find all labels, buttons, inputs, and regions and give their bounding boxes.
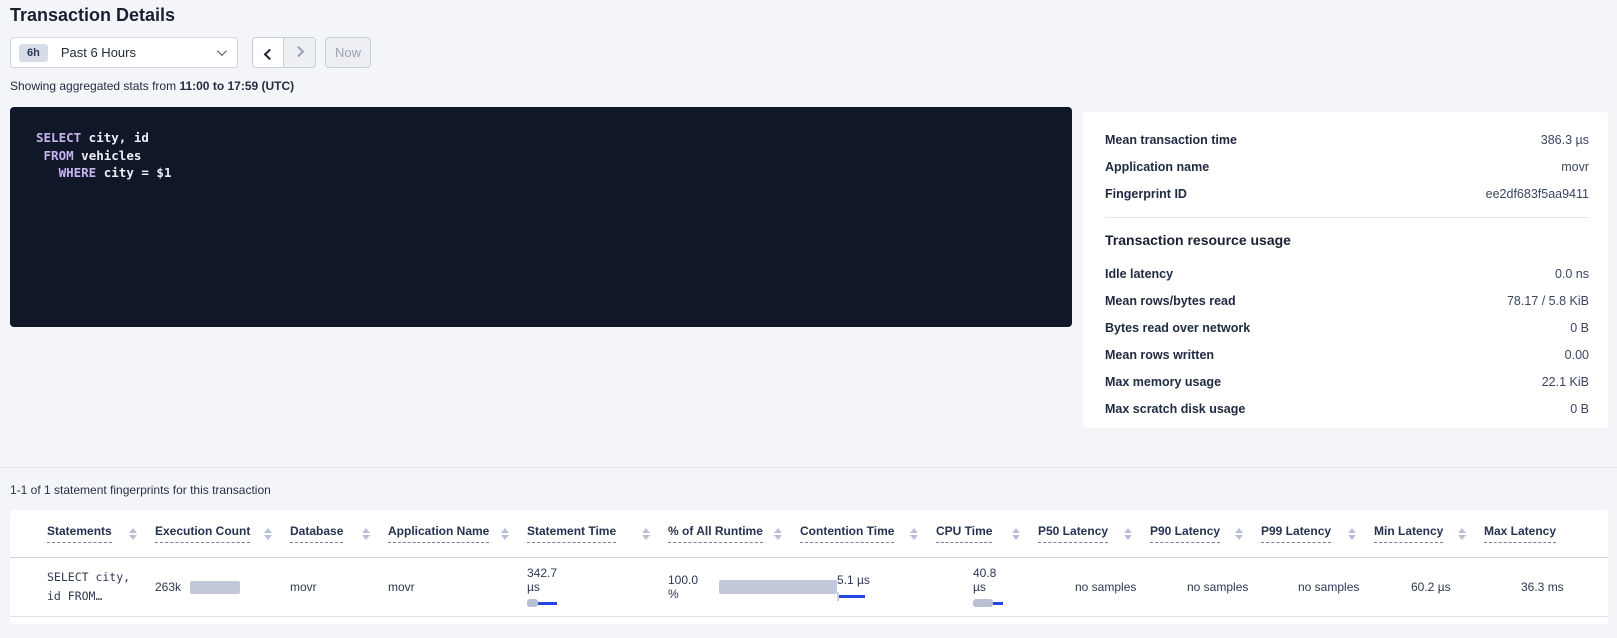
previous-time-button[interactable] [253,38,284,67]
column-header-statements[interactable]: Statements [47,524,155,543]
transaction-summary-card: Mean transaction time 386.3 µs Applicati… [1083,112,1608,428]
table-row: SELECT city, id FROM… 263k movr movr 342… [10,558,1608,617]
summary-row: Max memory usage 22.1 KiB [1083,368,1608,395]
sort-icon[interactable] [1458,528,1466,540]
sql-line: FROM vehicles [36,147,1052,165]
transaction-sql-statement: SELECT city, id FROM vehicles WHERE city… [10,107,1072,327]
column-header-contention-time[interactable]: Contention Time [800,524,936,543]
summary-label: Idle latency [1105,267,1173,281]
summary-row: Idle latency 0.0 ns [1083,260,1608,287]
column-header-database[interactable]: Database [290,524,388,543]
statement-count-text: 1-1 of 1 statement fingerprints for this… [10,483,271,497]
column-header-execution-count[interactable]: Execution Count [155,524,290,543]
summary-label: Max memory usage [1105,375,1221,389]
summary-value: movr [1561,160,1589,174]
summary-row: Mean transaction time 386.3 µs [1083,126,1608,153]
summary-label: Mean transaction time [1105,133,1237,147]
column-header-percent-runtime[interactable]: % of All Runtime [668,524,800,543]
summary-value: 0 B [1570,402,1589,416]
percent-runtime-value: 100.0 % [668,573,710,601]
summary-value: 386.3 µs [1541,133,1589,147]
sort-icon[interactable] [1012,528,1020,540]
statement-time-bar [527,599,557,608]
column-header-max-latency[interactable]: Max Latency [1484,524,1608,543]
sort-icon[interactable] [1235,528,1243,540]
column-header-p50-latency[interactable]: P50 Latency [1038,524,1150,543]
time-range-badge: 6h [19,44,48,62]
summary-row: Application name movr [1083,153,1608,180]
summary-value: ee2df683f5aa9411 [1486,187,1589,201]
sort-icon[interactable] [910,528,918,540]
application-name-value: movr [388,580,415,594]
summary-value: 0.0 ns [1555,267,1589,281]
column-header-cpu-time[interactable]: CPU Time [936,524,1038,543]
statements-table: Statements Execution Count Database Appl… [10,510,1608,624]
sql-keyword: FROM [44,148,74,163]
database-value: movr [290,580,317,594]
stats-line-range: 11:00 to 17:59 (UTC) [179,79,294,93]
p90-latency-value: no samples [1187,580,1248,594]
sort-icon[interactable] [1124,528,1132,540]
execution-count-value: 263k [155,580,181,594]
stats-line-prefix: Showing aggregated stats from [10,79,176,93]
summary-label: Mean rows written [1105,348,1214,362]
time-nav-group [252,37,316,68]
summary-value: 0.00 [1565,348,1589,362]
sql-keyword: SELECT [36,130,81,145]
column-header-p90-latency[interactable]: P90 Latency [1150,524,1261,543]
column-header-application-name[interactable]: Application Name [388,524,527,543]
time-range-label: Past 6 Hours [61,45,136,60]
now-button[interactable]: Now [325,37,371,68]
sort-icon[interactable] [642,528,650,540]
contention-time-bar [837,592,865,601]
resource-usage-title: Transaction resource usage [1083,218,1608,260]
p50-latency-value: no samples [1075,580,1136,594]
statement-link[interactable]: SELECT city, id FROM… [47,568,155,606]
summary-row: Mean rows written 0.00 [1083,341,1608,368]
table-header-row: Statements Execution Count Database Appl… [10,510,1608,558]
aggregated-stats-line: Showing aggregated stats from 11:00 to 1… [10,79,294,93]
summary-label: Application name [1105,160,1209,174]
page-title: Transaction Details [10,5,175,26]
chevron-right-icon [292,45,303,56]
chevron-down-icon [217,46,227,56]
summary-label: Max scratch disk usage [1105,402,1245,416]
sort-icon[interactable] [362,528,370,540]
summary-row: Max scratch disk usage 0 B [1083,395,1608,422]
min-latency-value: 60.2 µs [1411,580,1451,594]
sql-keyword: WHERE [59,165,97,180]
summary-label: Fingerprint ID [1105,187,1187,201]
chevron-left-icon [264,48,275,59]
statement-time-value: 342.7 µs [527,566,573,594]
sort-icon[interactable] [501,528,509,540]
sql-line: SELECT city, id [36,129,1052,147]
time-range-dropdown[interactable]: 6h Past 6 Hours [10,37,238,68]
sql-line: WHERE city = $1 [36,164,1052,182]
max-latency-value: 36.3 ms [1521,580,1564,594]
contention-time-value: 5.1 µs [837,573,973,587]
percent-runtime-bar [719,580,837,594]
execution-count-bar [190,581,240,594]
summary-value: 0 B [1570,321,1589,335]
summary-label: Bytes read over network [1105,321,1250,335]
summary-label: Mean rows/bytes read [1105,294,1236,308]
sort-icon[interactable] [129,528,137,540]
p99-latency-value: no samples [1298,580,1359,594]
sort-icon[interactable] [264,528,272,540]
column-header-min-latency[interactable]: Min Latency [1374,524,1484,543]
summary-row: Bytes read over network 0 B [1083,314,1608,341]
cpu-time-value: 40.8 µs [973,566,1009,594]
cpu-time-bar [973,599,1003,608]
column-header-statement-time[interactable]: Statement Time [527,524,668,543]
sort-icon[interactable] [774,528,782,540]
time-controls: 6h Past 6 Hours Now [10,37,371,68]
summary-value: 78.17 / 5.8 KiB [1507,294,1589,308]
summary-value: 22.1 KiB [1542,375,1589,389]
section-divider [0,467,1617,468]
sort-icon[interactable] [1348,528,1356,540]
summary-row: Fingerprint ID ee2df683f5aa9411 [1083,180,1608,207]
column-header-p99-latency[interactable]: P99 Latency [1261,524,1374,543]
next-time-button[interactable] [284,38,315,67]
summary-row: Mean rows/bytes read 78.17 / 5.8 KiB [1083,287,1608,314]
